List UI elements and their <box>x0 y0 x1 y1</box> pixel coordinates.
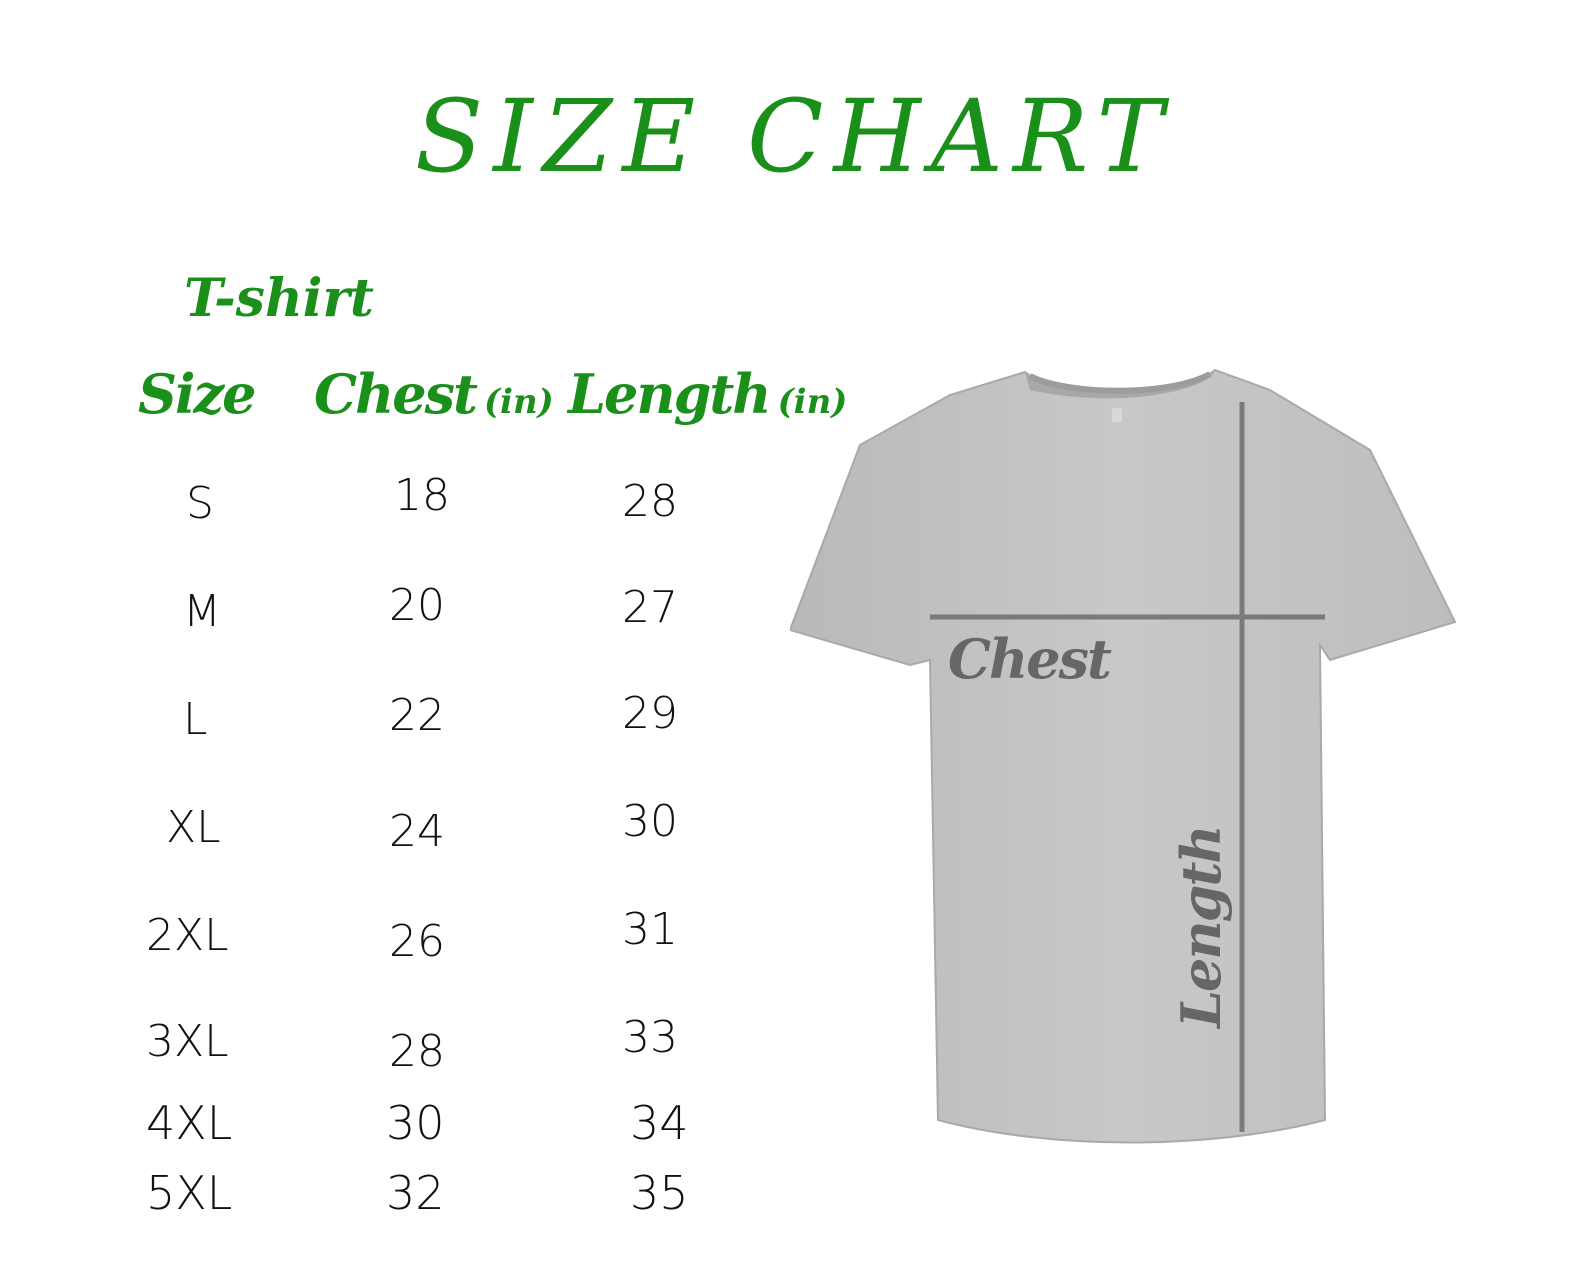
length-cell: 29 <box>622 688 678 739</box>
length-cell: 34 <box>630 1096 689 1150</box>
header-size-label: Size <box>138 362 257 426</box>
chest-cell: 26 <box>389 916 445 967</box>
chest-cell: 30 <box>386 1096 445 1150</box>
length-cell: 27 <box>622 582 678 633</box>
chest-cell: 32 <box>386 1166 445 1220</box>
page-title: SIZE CHART <box>414 78 1174 195</box>
tshirt-body <box>790 368 1457 1144</box>
length-cell: 33 <box>622 1012 678 1063</box>
chest-diagram-label: Chest <box>948 627 1112 691</box>
chest-cell: 18 <box>394 470 450 521</box>
product-subtitle: T-shirt <box>184 268 374 329</box>
chest-cell: 28 <box>389 1026 445 1077</box>
header-chest: Chest (in) <box>314 362 554 426</box>
size-cell: L <box>183 694 208 745</box>
size-cell: 5XL <box>146 1166 233 1220</box>
header-size: Size <box>138 362 257 426</box>
size-cell: 2XL <box>146 910 229 961</box>
size-cell: S <box>186 478 214 529</box>
length-cell: 28 <box>622 476 678 527</box>
header-length-label: Length <box>568 362 772 426</box>
header-chest-unit: (in) <box>483 382 554 422</box>
chest-cell: 20 <box>389 580 445 631</box>
length-cell: 35 <box>630 1166 689 1220</box>
length-cell: 30 <box>622 796 678 847</box>
size-cell: M <box>183 586 221 637</box>
chest-cell: 24 <box>389 806 445 857</box>
size-cell: XL <box>166 802 221 853</box>
tshirt-label-tag <box>1112 408 1122 422</box>
tshirt-diagram: Chest Length <box>790 368 1457 1144</box>
size-cell: 3XL <box>146 1016 229 1067</box>
header-chest-label: Chest <box>314 362 478 426</box>
length-diagram-label: Length <box>1169 826 1233 1030</box>
size-cell: 4XL <box>146 1096 233 1150</box>
length-cell: 31 <box>622 904 678 955</box>
chest-cell: 22 <box>389 690 445 741</box>
